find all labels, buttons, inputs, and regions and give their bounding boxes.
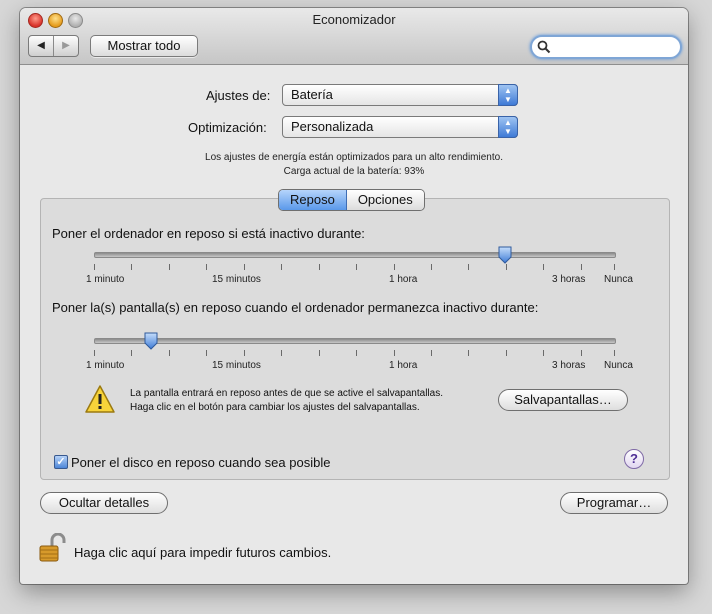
settings-for-label: Ajustes de:: [206, 88, 271, 103]
slider-label-hours3: 3 horas: [552, 274, 586, 285]
slider-tick: [468, 264, 470, 270]
slider-tick: [243, 350, 245, 356]
slider-tick: [505, 264, 507, 270]
slider-tick: [614, 350, 615, 356]
slider-tick: [131, 264, 133, 270]
hide-details-button[interactable]: Ocultar detalles: [40, 492, 168, 514]
slider-tick: [318, 350, 320, 356]
disk-sleep-label: Poner el disco en reposo cuando sea posi…: [71, 455, 331, 470]
slider-tick: [543, 350, 545, 356]
slider-tick: [131, 350, 133, 356]
slider-thumb[interactable]: [497, 246, 513, 264]
slider-tick: [281, 350, 283, 356]
slider-tick: [543, 264, 545, 270]
slider-tick: [430, 264, 432, 270]
slider-tick: [356, 350, 358, 356]
toolbar: Economizador ◀ ▶ Mostrar todo: [20, 8, 688, 65]
slider-track[interactable]: [94, 252, 616, 258]
slider-tick: [243, 264, 245, 270]
slider-tick: [281, 264, 283, 270]
slider-label-hour1: 1 hora: [389, 360, 418, 371]
slider-tick: [168, 350, 170, 356]
help-button[interactable]: ?: [624, 449, 644, 469]
optimization-value: Personalizada: [291, 119, 374, 134]
forward-button[interactable]: ▶: [54, 36, 78, 56]
slider-tick: [393, 350, 395, 356]
select-arrows-icon: ▲ ▼: [498, 116, 518, 138]
slider-label-min1: 1 minuto: [86, 360, 125, 371]
tab-bar: Reposo Opciones: [278, 189, 425, 211]
slider-tick: [206, 350, 208, 356]
lock-text[interactable]: Haga clic aquí para impedir futuros camb…: [74, 545, 331, 560]
computer-sleep-label: Poner el ordenador en reposo si está ina…: [52, 226, 365, 241]
slider-label-never: Nunca: [604, 360, 633, 371]
show-all-button[interactable]: Mostrar todo: [90, 35, 198, 57]
search-icon: [537, 40, 551, 54]
settings-for-value: Batería: [291, 87, 333, 102]
slider-label-hour1: 1 hora: [389, 274, 418, 285]
settings-for-select[interactable]: Batería ▲ ▼: [282, 84, 518, 106]
battery-charge-text: Carga actual de la batería: 93%: [283, 166, 425, 177]
slider-tick: [580, 350, 582, 356]
slider-label-hours3: 3 horas: [552, 360, 586, 371]
slider-tick: [356, 264, 358, 270]
search-field[interactable]: [530, 35, 682, 59]
warning-text-line1: La pantalla entrará en reposo antes de q…: [130, 388, 443, 399]
slider-tick: [580, 264, 582, 270]
select-arrows-icon: ▲ ▼: [498, 84, 518, 106]
energy-info-text: Los ajustes de energía están optimizados…: [205, 152, 503, 163]
slider-thumb[interactable]: [143, 332, 159, 350]
display-sleep-label: Poner la(s) pantalla(s) en reposo cuando…: [52, 300, 539, 315]
optimization-select[interactable]: Personalizada ▲ ▼: [282, 116, 518, 138]
back-button[interactable]: ◀: [29, 36, 54, 56]
warning-icon: [85, 385, 115, 413]
screensaver-button[interactable]: Salvapantallas…: [498, 389, 628, 411]
nav-buttons: ◀ ▶: [28, 35, 79, 57]
slider-tick: [318, 264, 320, 270]
tab-sleep[interactable]: Reposo: [279, 190, 347, 210]
slider-label-min15: 15 minutos: [212, 274, 261, 285]
window-title: Economizador: [312, 12, 396, 27]
slider-track[interactable]: [94, 338, 616, 344]
slider-label-min15: 15 minutos: [212, 360, 261, 371]
slider-tick: [614, 264, 615, 270]
schedule-button[interactable]: Programar…: [560, 492, 668, 514]
slider-tick: [468, 350, 470, 356]
optimization-label: Optimización:: [188, 120, 267, 135]
slider-label-min1: 1 minuto: [86, 274, 125, 285]
preferences-window: Economizador ◀ ▶ Mostrar todo Ajustes de…: [20, 8, 688, 584]
slider-tick: [94, 350, 95, 356]
slider-tick: [206, 264, 208, 270]
slider-tick: [430, 350, 432, 356]
slider-tick: [505, 350, 507, 356]
tab-options[interactable]: Opciones: [346, 190, 424, 210]
warning-text-line2: Haga clic en el botón para cambiar los a…: [130, 402, 420, 413]
slider-tick: [94, 264, 95, 270]
disk-sleep-checkbox[interactable]: ✓: [54, 455, 68, 469]
slider-tick: [168, 264, 170, 270]
lock-open-icon[interactable]: [38, 533, 66, 563]
slider-tick: [393, 264, 395, 270]
slider-label-never: Nunca: [604, 274, 633, 285]
